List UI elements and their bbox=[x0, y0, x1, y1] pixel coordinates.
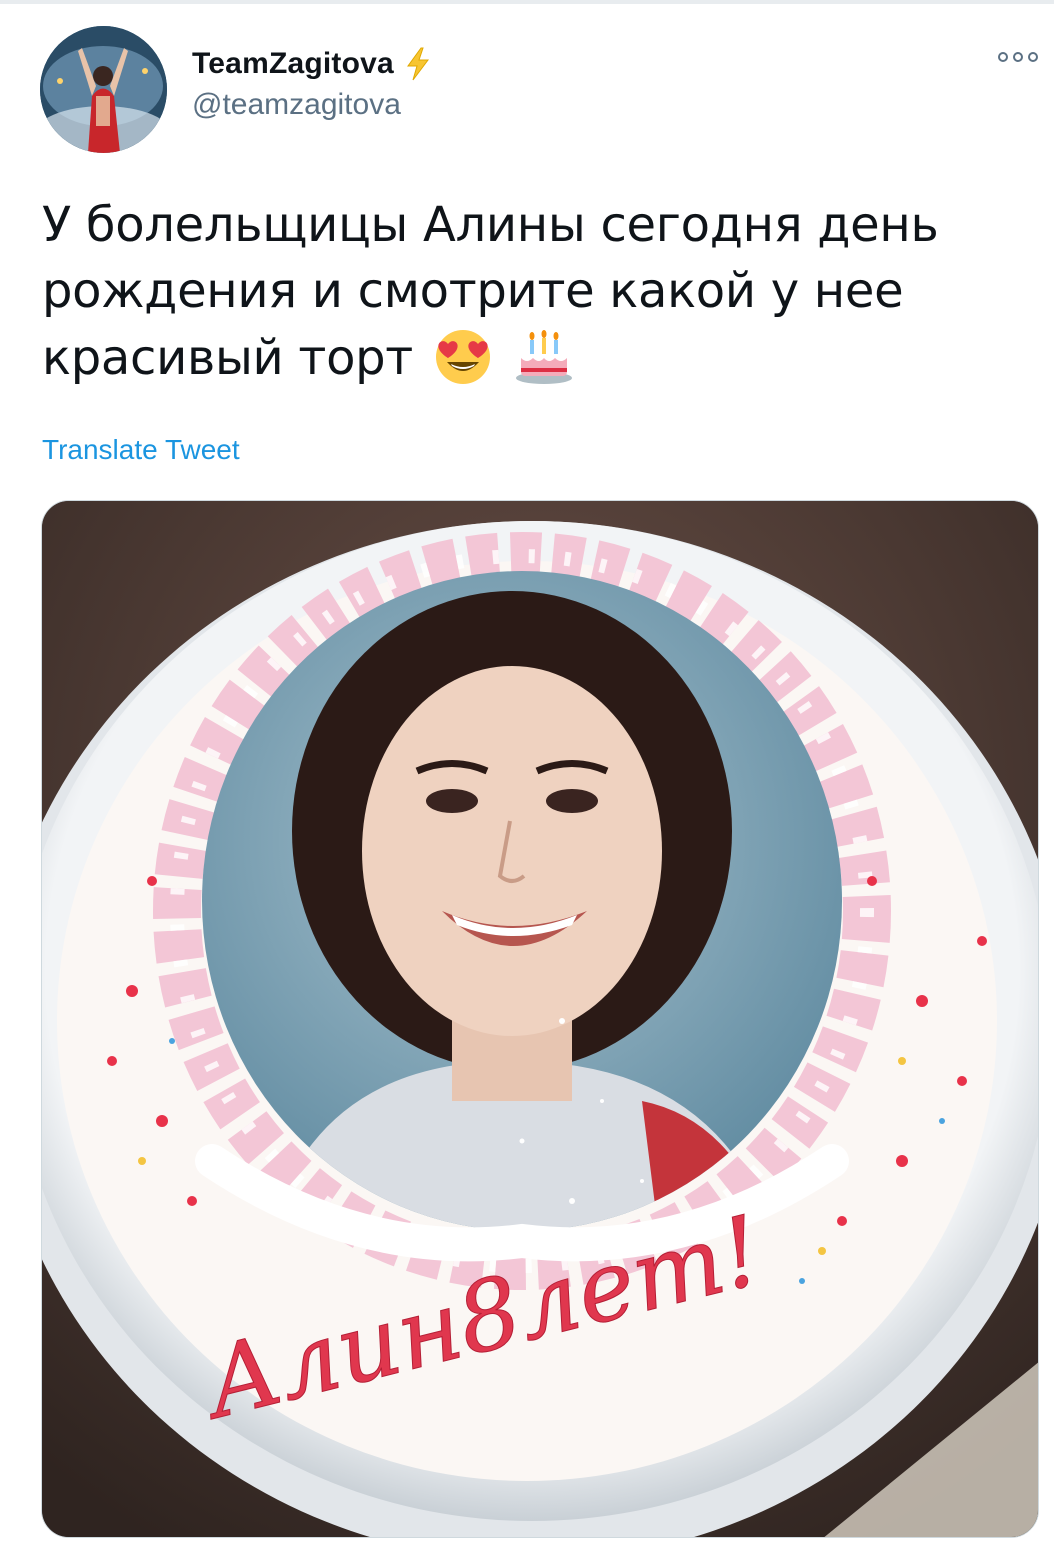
lightning-bolt-icon bbox=[404, 47, 432, 81]
author-names: TeamZagitova @teamzagitova bbox=[192, 44, 432, 122]
avatar[interactable] bbox=[40, 26, 167, 153]
tweet-photo[interactable]: Алин8лет! bbox=[41, 500, 1039, 1538]
display-name-row[interactable]: TeamZagitova bbox=[192, 44, 432, 84]
cake-photo: Алин8лет! bbox=[42, 501, 1038, 1537]
avatar-image bbox=[40, 26, 167, 153]
heart-eyes-emoji-icon bbox=[432, 324, 494, 386]
display-name[interactable]: TeamZagitova bbox=[192, 47, 394, 81]
more-options-icon[interactable] bbox=[998, 48, 1038, 66]
translate-tweet-link[interactable]: Translate Tweet bbox=[42, 434, 240, 466]
tweet-header: TeamZagitova @teamzagitova bbox=[40, 26, 1040, 156]
birthday-cake-emoji-icon bbox=[513, 324, 575, 386]
tweet-text: У болельщицы Алины сегодня день рождения… bbox=[42, 192, 1042, 391]
top-divider bbox=[0, 0, 1054, 4]
handle[interactable]: @teamzagitova bbox=[192, 88, 432, 122]
